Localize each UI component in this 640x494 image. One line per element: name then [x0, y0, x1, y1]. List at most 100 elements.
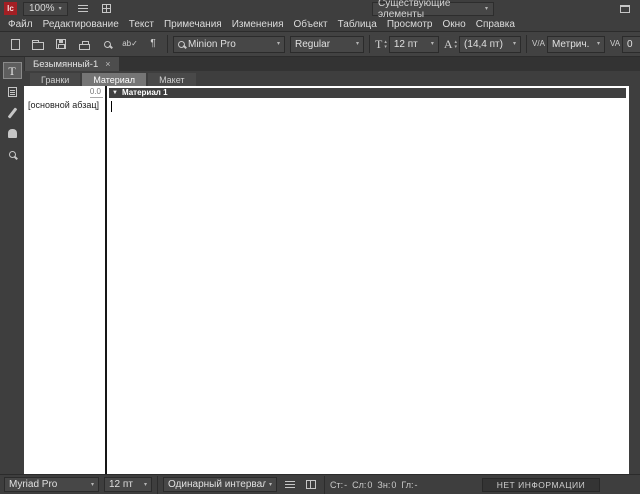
status-size-select[interactable]: 12 пт ▾: [104, 477, 152, 492]
chevron-down-icon: ▾: [90, 481, 94, 488]
menu-table[interactable]: Таблица: [333, 18, 382, 31]
app-icon-label: Ic: [7, 4, 14, 13]
zoom-select[interactable]: 100% ▾: [23, 1, 68, 16]
grid-icon: [102, 4, 112, 13]
menu-type[interactable]: Текст: [124, 18, 159, 31]
lines-icon: [285, 480, 295, 483]
type-tool[interactable]: T: [2, 62, 22, 79]
tab-story[interactable]: Материал: [82, 73, 147, 86]
print-icon[interactable]: [75, 35, 93, 53]
folder-glyph-icon: [32, 39, 44, 50]
window-glyph-icon: [620, 4, 630, 13]
step-down-icon: ▾: [384, 43, 387, 50]
story-title: Материал 1: [121, 88, 168, 97]
note-tool[interactable]: [3, 83, 22, 100]
pilcrow-icon: ¶: [150, 38, 156, 49]
chevron-down-icon: ▾: [268, 481, 272, 488]
workspace-switcher[interactable]: Существующие элементы ▾: [372, 0, 494, 20]
font-family-select[interactable]: Minion Pro ▾: [173, 35, 285, 53]
type-tool-icon: T: [8, 63, 16, 78]
font-style-select[interactable]: Regular ▾: [290, 35, 364, 53]
arrange-documents-icon[interactable]: [98, 0, 116, 18]
menu-window[interactable]: Окно: [437, 18, 470, 31]
incopy-app-icon[interactable]: Ic: [4, 2, 17, 15]
line-spacing-value: Одинарный интервал: [168, 479, 266, 490]
toolbar-separator: [167, 35, 168, 53]
tab-galley[interactable]: Гранки: [30, 73, 81, 86]
hand-tool[interactable]: [3, 125, 22, 142]
leading-select[interactable]: (14,4 пт) ▾: [459, 35, 522, 53]
view-options-icon[interactable]: [74, 0, 92, 18]
search-icon[interactable]: [98, 35, 116, 53]
tracking-value: 0: [627, 38, 633, 50]
window-icon[interactable]: [616, 0, 634, 18]
chevron-down-icon: ▾: [58, 5, 62, 12]
note-icon: [7, 86, 17, 97]
pencil-icon: [7, 106, 17, 119]
menu-notes[interactable]: Примечания: [159, 18, 227, 31]
kerning-icon: V/A: [532, 39, 545, 48]
font-size-icon: T: [375, 37, 383, 51]
tab-layout[interactable]: Макет: [148, 73, 196, 86]
printer-glyph-icon: [78, 40, 90, 50]
menu-bar: Файл Редактирование Текст Примечания Изм…: [0, 17, 640, 31]
stat-words: Сл: 0: [352, 480, 372, 490]
document-tab[interactable]: Безымянный-1 ×: [25, 57, 119, 71]
chevron-down-icon: ▾: [430, 41, 434, 47]
document-glyph-icon: [10, 38, 20, 50]
pencil-tool[interactable]: [3, 104, 22, 121]
menu-view[interactable]: Просмотр: [382, 18, 438, 31]
step-up-icon: ▴: [454, 38, 458, 45]
font-size-group: T ▴ ▾ 12 пт ▾: [375, 35, 439, 53]
stat-depth: Гл: -: [401, 480, 417, 490]
stat-label: Ст:: [330, 479, 344, 490]
menu-object[interactable]: Объект: [289, 18, 333, 31]
stat-lines: Ст: -: [330, 480, 347, 490]
leading-icon: A: [443, 37, 453, 51]
close-icon[interactable]: ×: [105, 59, 110, 69]
story-header[interactable]: ▼ Материал 1: [109, 88, 626, 98]
menu-file[interactable]: Файл: [3, 18, 38, 31]
zoom-tool[interactable]: [3, 146, 22, 163]
tracking-select[interactable]: 0 ▾: [622, 35, 640, 53]
magnifier-glyph-icon: [103, 40, 111, 48]
toolbar-separator: [526, 35, 528, 53]
status-size-value: 12 пт: [109, 479, 133, 490]
leading-value: (14,4 пт): [464, 38, 503, 50]
stat-label: Сл:: [352, 479, 367, 490]
chevron-down-icon: ▾: [513, 41, 517, 47]
chevron-down-icon: ▾: [596, 41, 600, 47]
stat-value: -: [344, 479, 348, 490]
paragraph-style-label: [основной абзац]: [28, 100, 100, 110]
leading-stepper[interactable]: ▴ ▾: [454, 38, 458, 49]
line-spacing-select[interactable]: Одинарный интервал ▾: [163, 477, 277, 492]
depth-ruler-value: 0.0: [89, 87, 101, 96]
menu-help[interactable]: Справка: [471, 18, 520, 31]
font-size-value: 12 пт: [393, 38, 418, 50]
open-folder-icon[interactable]: [29, 35, 47, 53]
spellcheck-icon[interactable]: ab ✓: [121, 35, 139, 53]
stat-value: -: [414, 479, 418, 490]
chevron-down-icon: ▾: [355, 41, 359, 47]
kerning-select[interactable]: Метрич. ▾: [546, 35, 605, 53]
info-column-toggle-icon[interactable]: [303, 477, 319, 492]
new-document-icon[interactable]: [6, 35, 24, 53]
save-icon[interactable]: [52, 35, 70, 53]
story-editor[interactable]: 0.0 [основной абзац] ▼ Материал 1: [24, 86, 629, 474]
galley-marks-icon[interactable]: [282, 477, 298, 492]
font-size-stepper[interactable]: ▴ ▾: [384, 39, 387, 50]
font-size-select[interactable]: 12 пт ▾: [388, 35, 439, 53]
text-cursor: [111, 101, 112, 112]
status-font-select[interactable]: Myriad Pro ▾: [4, 477, 99, 492]
font-search-icon: [178, 40, 185, 48]
menu-changes[interactable]: Изменения: [227, 18, 289, 31]
menu-edit[interactable]: Редактирование: [38, 18, 124, 31]
document-title: Безымянный-1: [33, 58, 99, 70]
chevron-down-icon: ▾: [276, 41, 280, 47]
toolbar-separator: [369, 35, 370, 53]
status-bar: Myriad Pro ▾ 12 пт ▾ Одинарный интервал …: [0, 474, 640, 494]
show-hidden-characters-icon[interactable]: ¶: [144, 35, 162, 53]
font-family-value: Minion Pro: [188, 38, 236, 50]
collapse-triangle-icon[interactable]: ▼: [112, 90, 118, 96]
check-icon: ✓: [131, 39, 138, 48]
